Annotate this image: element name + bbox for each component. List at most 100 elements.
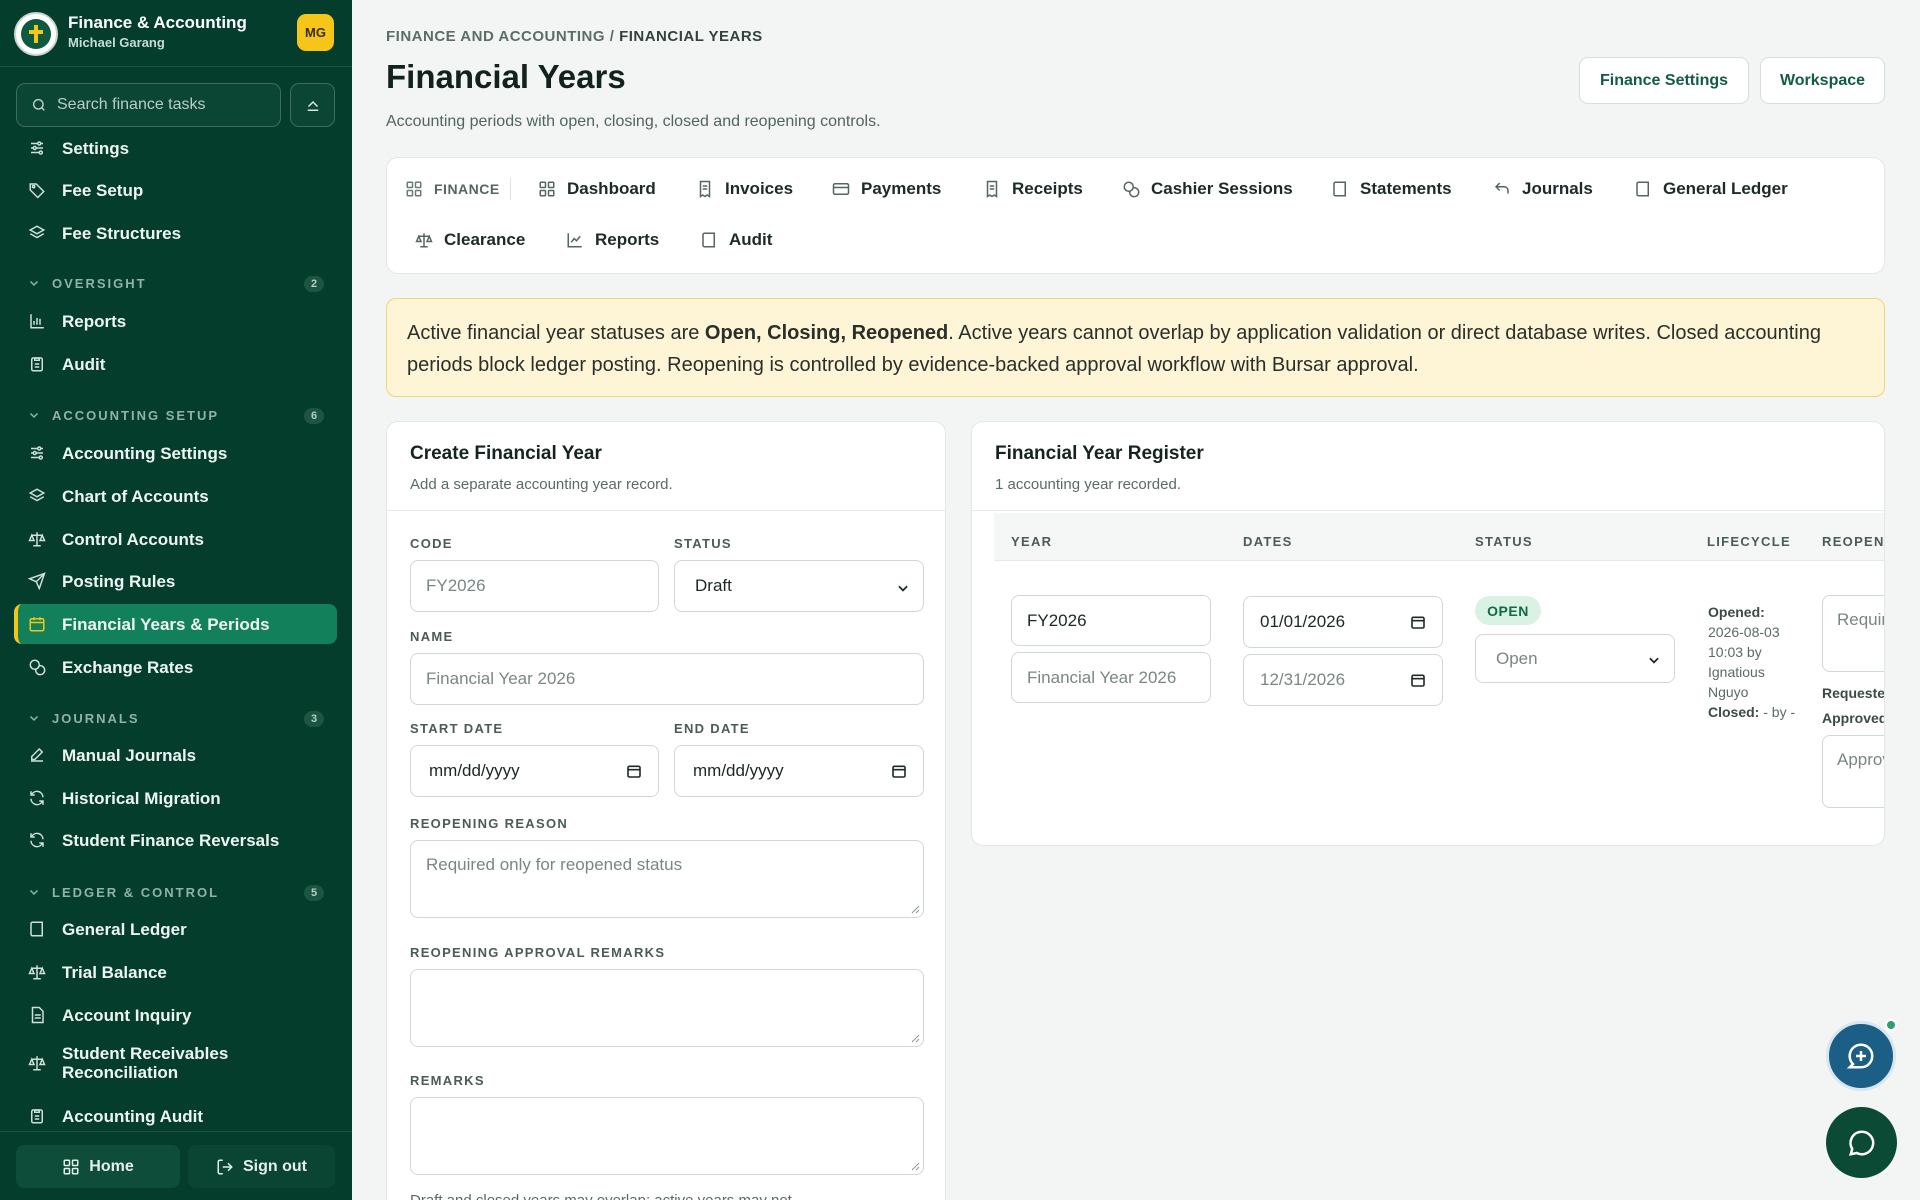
sidebar-item-manual-journals[interactable]: Manual Journals: [14, 735, 337, 775]
tab-reports[interactable]: Reports: [566, 225, 659, 255]
divider: [387, 510, 945, 511]
calendar-icon[interactable]: [1410, 672, 1426, 688]
breadcrumb: FINANCE AND ACCOUNTING / FINANCIAL YEARS: [386, 28, 763, 45]
start-date-input[interactable]: mm/dd/yyyy: [410, 745, 659, 797]
end-date-input[interactable]: mm/dd/yyyy: [674, 745, 924, 797]
receipt-icon: [983, 180, 1001, 198]
layers-icon: [27, 486, 47, 506]
ai-assistant-button[interactable]: [1826, 1021, 1896, 1091]
home-button[interactable]: Home: [16, 1145, 180, 1188]
tab-invoices[interactable]: Invoices: [696, 174, 793, 204]
reopening-reason-textarea[interactable]: Required only for reopened status: [410, 840, 924, 918]
column-header-dates: DATES: [1243, 534, 1293, 549]
row-end-date-input[interactable]: 12/31/2026: [1243, 654, 1443, 706]
resize-grip-icon[interactable]: [910, 1033, 920, 1043]
row-code-input[interactable]: FY2026: [1011, 595, 1211, 646]
grid-icon: [63, 1159, 79, 1174]
page-title: Financial Years: [386, 58, 626, 95]
sidebar-item-accounting-settings[interactable]: Accounting Settings: [14, 433, 337, 473]
grid-icon: [405, 180, 423, 198]
section-ledger-control[interactable]: LEDGER & CONTROL 5: [28, 882, 328, 902]
section-oversight[interactable]: OVERSIGHT 2: [28, 273, 328, 293]
name-input[interactable]: Financial Year 2026: [410, 653, 924, 705]
column-header-status: STATUS: [1475, 534, 1533, 549]
tab-dashboard[interactable]: Dashboard: [538, 174, 656, 204]
card-subtitle: Add a separate accounting year record.: [410, 476, 673, 493]
sidebar-item-fee-setup[interactable]: Fee Setup: [14, 170, 337, 210]
sidebar-item-exchange-rates[interactable]: Exchange Rates: [14, 647, 337, 687]
section-journals[interactable]: JOURNALS 3: [28, 708, 328, 728]
row-approval-textarea[interactable]: Approval: [1822, 735, 1884, 808]
breadcrumb-parent[interactable]: FINANCE AND ACCOUNTING: [386, 28, 605, 45]
sliders-icon: [27, 138, 47, 158]
row-reopen-reason-textarea[interactable]: Required: [1822, 595, 1884, 672]
search-icon: [32, 98, 45, 111]
financial-year-register-card: Financial Year Register 1 accounting yea…: [971, 421, 1885, 846]
status-badge: OPEN: [1475, 596, 1541, 625]
end-date-label: END DATE: [674, 721, 750, 736]
tab-audit[interactable]: Audit: [700, 225, 772, 255]
sidebar-item-fee-structures[interactable]: Fee Structures: [14, 213, 337, 253]
section-count: 2: [304, 276, 324, 292]
workspace-button[interactable]: Workspace: [1760, 57, 1885, 104]
logo: [14, 12, 58, 56]
finance-settings-button[interactable]: Finance Settings: [1579, 57, 1749, 104]
sidebar-item-financial-years[interactable]: Financial Years & Periods: [14, 604, 337, 644]
sidebar-item-settings[interactable]: Settings: [14, 128, 337, 168]
sidebar-item-student-finance-reversals[interactable]: Student Finance Reversals: [14, 820, 337, 860]
tab-payments[interactable]: Payments: [832, 174, 941, 204]
row-status-select[interactable]: Open: [1475, 634, 1675, 683]
card-title: Create Financial Year: [410, 443, 602, 464]
code-input[interactable]: FY2026: [410, 560, 659, 612]
chevron-down-icon: [29, 280, 39, 287]
resize-grip-icon[interactable]: [910, 904, 920, 914]
chat-button[interactable]: [1826, 1107, 1897, 1178]
tab-receipts[interactable]: Receipts: [983, 174, 1083, 204]
sign-out-button[interactable]: Sign out: [188, 1145, 335, 1188]
approved-label: Approved: [1822, 710, 1885, 726]
tab-general-ledger[interactable]: General Ledger: [1634, 174, 1788, 204]
pen-icon: [27, 745, 47, 765]
sidebar-item-reports[interactable]: Reports: [14, 301, 337, 341]
tab-statements[interactable]: Statements: [1331, 174, 1452, 204]
notice-bold: Open, Closing, Reopened: [704, 322, 949, 344]
calendar-icon[interactable]: [626, 763, 642, 779]
sidebar-footer: Home Sign out: [0, 1131, 352, 1200]
book-icon: [1331, 180, 1349, 198]
search-input[interactable]: Search finance tasks: [16, 83, 281, 127]
tab-journals[interactable]: Journals: [1493, 174, 1593, 204]
bar-chart-icon: [27, 311, 47, 331]
scale-icon: [415, 231, 433, 249]
collapse-button[interactable]: [290, 83, 335, 127]
sidebar-item-control-accounts[interactable]: Control Accounts: [14, 519, 337, 559]
row-start-date-input[interactable]: 01/01/2026: [1243, 596, 1443, 648]
tab-clearance[interactable]: Clearance: [415, 225, 525, 255]
sidebar-item-accounting-audit[interactable]: Accounting Audit: [14, 1096, 337, 1130]
requested-label: Requested: [1822, 685, 1885, 701]
avatar[interactable]: MG: [297, 14, 334, 51]
sidebar-item-account-inquiry[interactable]: Account Inquiry: [14, 995, 337, 1035]
closed-detail: - by -: [1763, 704, 1796, 720]
section-accounting-setup[interactable]: ACCOUNTING SETUP 6: [28, 405, 328, 425]
sidebar-item-chart-of-accounts[interactable]: Chart of Accounts: [14, 476, 337, 516]
calendar-icon[interactable]: [891, 763, 907, 779]
resize-grip-icon[interactable]: [910, 1161, 920, 1171]
row-name-input[interactable]: Financial Year 2026: [1011, 652, 1211, 703]
card-subtitle: 1 accounting year recorded.: [995, 476, 1181, 493]
sidebar-item-student-receivables-reconciliation[interactable]: Student Receivables Reconciliation: [14, 1038, 337, 1088]
sidebar-item-historical-migration[interactable]: Historical Migration: [14, 778, 337, 818]
reopening-approval-textarea[interactable]: [410, 969, 924, 1047]
section-count: 6: [304, 408, 324, 424]
tab-finance[interactable]: FINANCE: [405, 174, 500, 204]
tab-cashier-sessions[interactable]: Cashier Sessions: [1122, 174, 1293, 204]
sidebar-item-posting-rules[interactable]: Posting Rules: [14, 561, 337, 601]
tag-icon: [27, 180, 47, 200]
sidebar-item-trial-balance[interactable]: Trial Balance: [14, 952, 337, 992]
refresh-icon: [27, 788, 47, 808]
sidebar-item-audit[interactable]: Audit: [14, 344, 337, 384]
remarks-textarea[interactable]: [410, 1097, 924, 1175]
status-select[interactable]: Draft: [674, 560, 924, 612]
scale-icon: [27, 529, 47, 549]
calendar-icon[interactable]: [1410, 614, 1426, 630]
sidebar-item-general-ledger[interactable]: General Ledger: [14, 909, 337, 949]
